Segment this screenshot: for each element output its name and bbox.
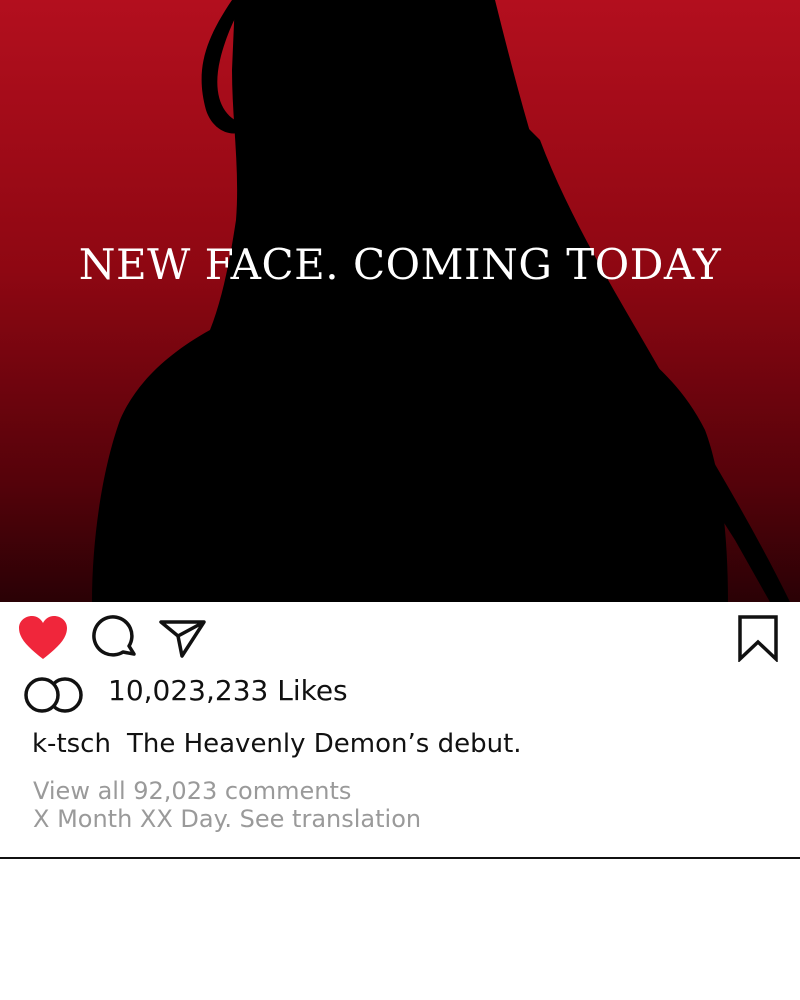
post-date-translation[interactable]: X Month XX Day. See translation (33, 805, 421, 833)
paper-plane-icon[interactable] (158, 618, 208, 664)
caption-username[interactable]: k-tsch (32, 729, 111, 759)
post-divider (0, 857, 800, 859)
post-action-bar (0, 602, 800, 672)
likes-row: 10,023,233 Likes (22, 672, 722, 716)
bookmark-icon[interactable] (737, 614, 779, 666)
caption-text: The Heavenly Demon’s debut. (126, 729, 522, 759)
post-image: NEW FACE. COMING TODAY (0, 0, 800, 602)
heart-icon[interactable] (17, 615, 69, 665)
post-headline: NEW FACE. COMING TODAY (78, 240, 722, 289)
post-caption: k-tsch The Heavenly Demon’s debut. (32, 729, 522, 759)
overlapping-circles-icon[interactable] (22, 676, 86, 718)
silhouette-figure (92, 0, 790, 602)
likes-count[interactable]: 10,023,233 Likes (108, 674, 348, 707)
view-comments-link[interactable]: View all 92,023 comments (33, 777, 351, 805)
comment-bubble-icon[interactable] (92, 614, 140, 666)
